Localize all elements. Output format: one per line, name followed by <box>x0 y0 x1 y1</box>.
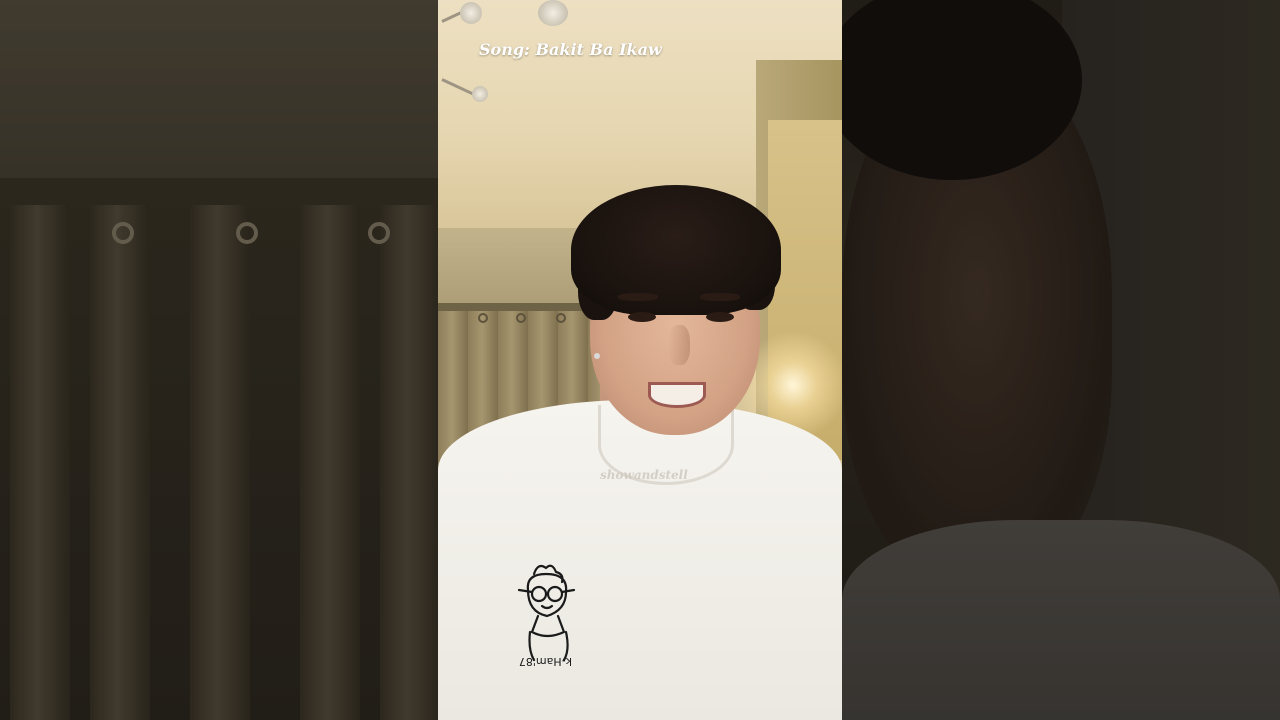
dim-overlay <box>0 0 438 720</box>
eyebrow <box>618 293 658 301</box>
blurred-background-left <box>0 0 438 720</box>
eye <box>706 312 734 322</box>
cartoon-shirt-graphic: k-Ham'87 <box>517 564 576 668</box>
dim-overlay <box>842 0 1280 720</box>
ceiling-light-fixture <box>538 0 568 26</box>
curtain-ring <box>556 313 566 323</box>
nose <box>668 325 690 365</box>
eyebrow <box>700 293 740 301</box>
watermark: showandstell <box>600 468 688 482</box>
curtain-rail <box>438 303 588 311</box>
video-frame: k-Ham'87 Song: Bakit Ba Ikaw showandstel… <box>0 0 1280 720</box>
song-caption: Song: Bakit Ba Ikaw <box>479 40 662 59</box>
svg-text:k-Ham'87: k-Ham'87 <box>519 655 572 668</box>
blurred-background-right <box>842 0 1280 720</box>
curtain-ring <box>478 313 488 323</box>
eye <box>628 312 656 322</box>
curtain-ring <box>516 313 526 323</box>
hair <box>571 185 781 315</box>
smiling-mouth <box>648 382 706 408</box>
ceiling-light-fixture <box>460 2 482 24</box>
ceiling-light-fixture <box>472 86 488 102</box>
earring <box>594 353 600 359</box>
